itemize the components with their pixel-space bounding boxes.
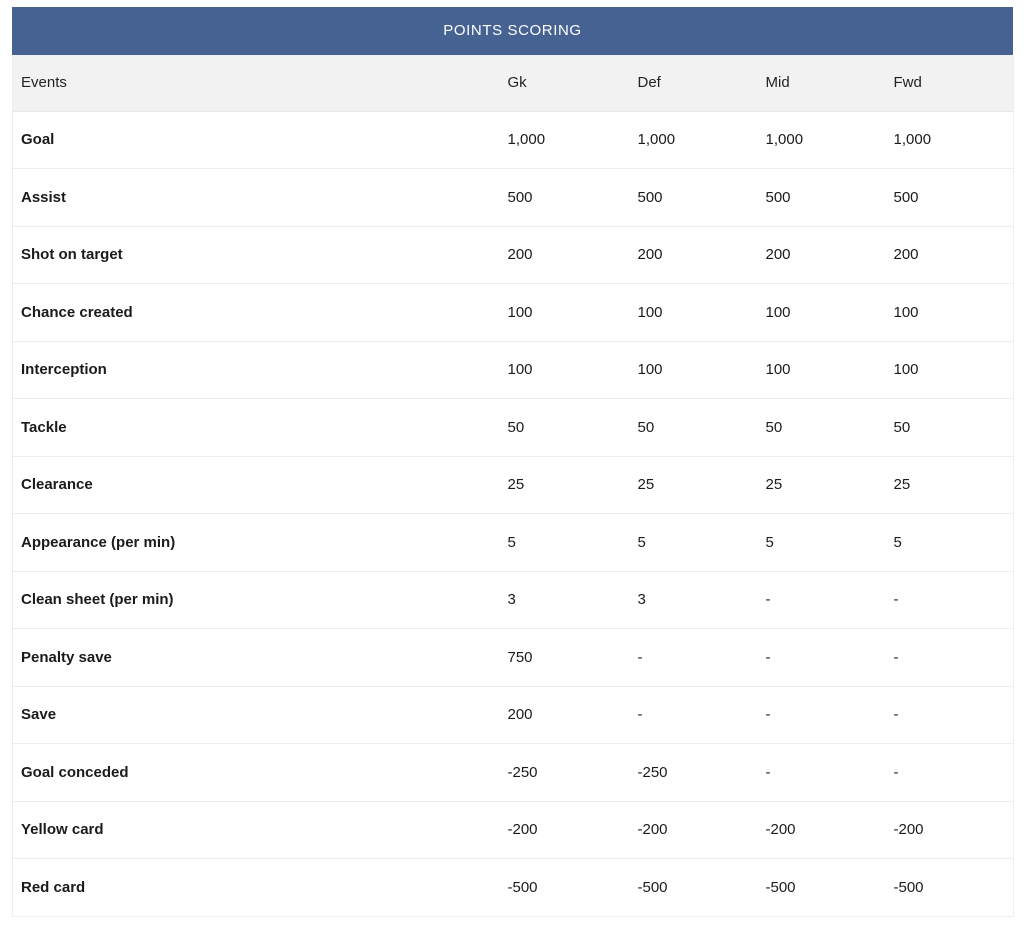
cell-fwd: 25: [885, 456, 1014, 514]
table-row: Red card -500 -500 -500 -500: [12, 858, 1014, 916]
table-row: Shot on target 200 200 200 200: [12, 226, 1014, 284]
table-row: Penalty save 750 - - -: [12, 628, 1014, 687]
cell-fwd: 5: [885, 513, 1014, 572]
cell-event-name: Penalty save: [12, 628, 500, 687]
cell-mid: -: [757, 628, 886, 687]
cell-fwd: 500: [885, 168, 1014, 227]
table-body: Goal 1,000 1,000 1,000 1,000 Assist 500 …: [12, 111, 1014, 916]
cell-gk: -250: [499, 743, 630, 802]
cell-fwd: -: [885, 686, 1014, 744]
table-header-row: Events Gk Def Mid Fwd: [12, 55, 1014, 112]
cell-mid: -: [757, 571, 886, 629]
table-row: Clean sheet (per min) 3 3 - -: [12, 571, 1014, 629]
cell-mid: -: [757, 686, 886, 744]
cell-mid: 25: [757, 456, 886, 514]
cell-event-name: Interception: [12, 341, 500, 399]
cell-gk: 500: [499, 168, 630, 227]
cell-gk: 50: [499, 398, 630, 457]
cell-def: 3: [629, 571, 758, 629]
cell-gk: -200: [499, 801, 630, 859]
cell-def: -500: [629, 858, 758, 916]
cell-def: 5: [629, 513, 758, 572]
cell-gk: 100: [499, 283, 630, 342]
cell-fwd: 100: [885, 341, 1014, 399]
cell-mid: 5: [757, 513, 886, 572]
cell-fwd: -: [885, 628, 1014, 687]
cell-def: -: [629, 686, 758, 744]
cell-gk: 25: [499, 456, 630, 514]
table-row: Tackle 50 50 50 50: [12, 398, 1014, 457]
cell-def: -: [629, 628, 758, 687]
cell-fwd: -: [885, 743, 1014, 802]
cell-event-name: Appearance (per min): [12, 513, 500, 572]
table-row: Yellow card -200 -200 -200 -200: [12, 801, 1014, 859]
cell-gk: 750: [499, 628, 630, 687]
cell-mid: -: [757, 743, 886, 802]
cell-event-name: Clean sheet (per min): [12, 571, 500, 629]
cell-def: 1,000: [629, 111, 758, 169]
cell-def: 25: [629, 456, 758, 514]
table-row: Appearance (per min) 5 5 5 5: [12, 513, 1014, 572]
cell-mid: 50: [757, 398, 886, 457]
cell-event-name: Assist: [12, 168, 500, 227]
cell-gk: 200: [499, 226, 630, 284]
table-row: Interception 100 100 100 100: [12, 341, 1014, 399]
cell-mid: 200: [757, 226, 886, 284]
cell-event-name: Red card: [12, 858, 500, 916]
table-row: Assist 500 500 500 500: [12, 168, 1014, 227]
cell-gk: 5: [499, 513, 630, 572]
cell-def: 50: [629, 398, 758, 457]
cell-event-name: Clearance: [12, 456, 500, 514]
table-row: Chance created 100 100 100 100: [12, 283, 1014, 342]
page-root: POINTS SCORING Events Gk Def Mid Fwd Goa…: [0, 0, 1024, 930]
cell-gk: -500: [499, 858, 630, 916]
points-scoring-table-container: POINTS SCORING Events Gk Def Mid Fwd Goa…: [12, 7, 1014, 917]
cell-fwd: -: [885, 571, 1014, 629]
cell-fwd: 50: [885, 398, 1014, 457]
cell-event-name: Save: [12, 686, 500, 744]
cell-mid: 100: [757, 341, 886, 399]
cell-event-name: Goal: [12, 111, 500, 169]
points-scoring-table: Events Gk Def Mid Fwd Goal 1,000 1,000 1…: [12, 55, 1014, 917]
cell-event-name: Yellow card: [12, 801, 500, 859]
cell-mid: -200: [757, 801, 886, 859]
table-head: Events Gk Def Mid Fwd: [12, 55, 1014, 112]
cell-fwd: 1,000: [885, 111, 1014, 169]
cell-mid: 100: [757, 283, 886, 342]
cell-fwd: -500: [885, 858, 1014, 916]
cell-event-name: Chance created: [12, 283, 500, 342]
cell-def: 200: [629, 226, 758, 284]
cell-fwd: 100: [885, 283, 1014, 342]
cell-event-name: Goal conceded: [12, 743, 500, 802]
column-header-fwd: Fwd: [885, 55, 1014, 112]
cell-def: -250: [629, 743, 758, 802]
cell-gk: 200: [499, 686, 630, 744]
column-header-mid: Mid: [757, 55, 886, 112]
column-header-gk: Gk: [499, 55, 630, 112]
page-title: POINTS SCORING: [12, 7, 1013, 55]
cell-fwd: 200: [885, 226, 1014, 284]
cell-def: 500: [629, 168, 758, 227]
cell-mid: -500: [757, 858, 886, 916]
cell-fwd: -200: [885, 801, 1014, 859]
cell-def: 100: [629, 341, 758, 399]
table-row: Clearance 25 25 25 25: [12, 456, 1014, 514]
cell-gk: 100: [499, 341, 630, 399]
cell-def: -200: [629, 801, 758, 859]
column-header-def: Def: [629, 55, 758, 112]
cell-def: 100: [629, 283, 758, 342]
table-row: Goal conceded -250 -250 - -: [12, 743, 1014, 802]
cell-event-name: Shot on target: [12, 226, 500, 284]
column-header-events: Events: [12, 55, 500, 112]
table-row: Save 200 - - -: [12, 686, 1014, 744]
cell-mid: 1,000: [757, 111, 886, 169]
cell-event-name: Tackle: [12, 398, 500, 457]
cell-mid: 500: [757, 168, 886, 227]
cell-gk: 3: [499, 571, 630, 629]
table-row: Goal 1,000 1,000 1,000 1,000: [12, 111, 1014, 169]
cell-gk: 1,000: [499, 111, 630, 169]
